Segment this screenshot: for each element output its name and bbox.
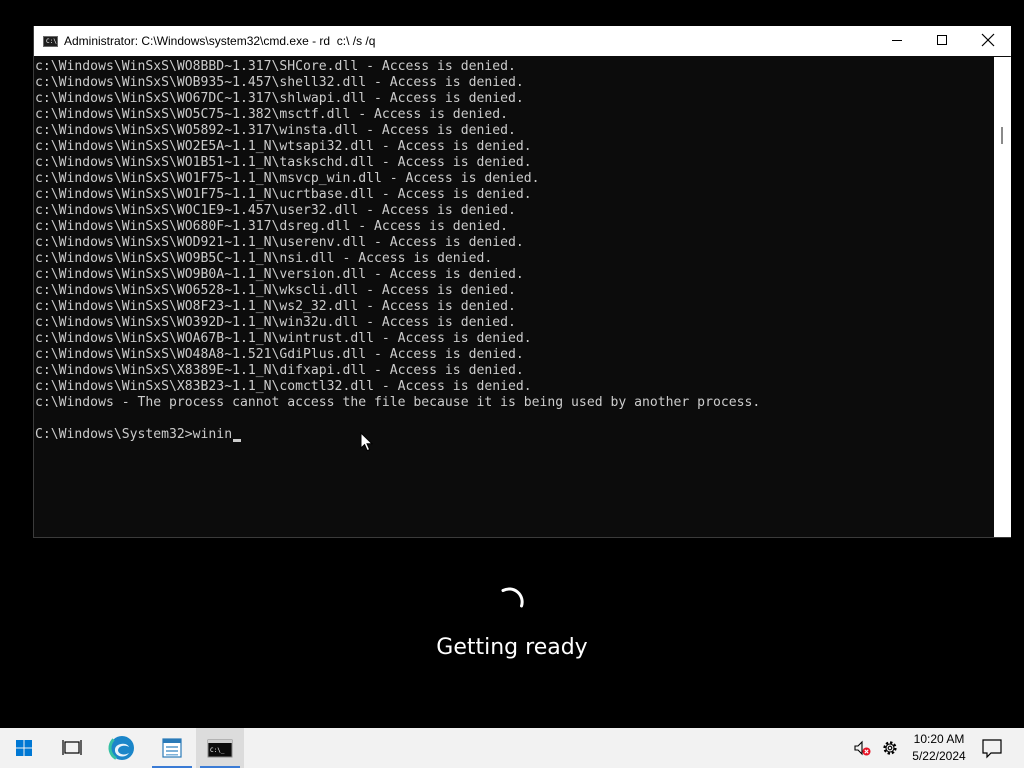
console-line: c:\Windows\WinSxS\WO67DC~1.317\shlwapi.d… — [35, 91, 524, 106]
console-line: c:\Windows\WinSxS\WO8BBD~1.317\SHCore.dl… — [35, 59, 516, 74]
console-line: c:\Windows\WinSxS\WO1F75~1.1_N\msvcp_win… — [35, 171, 540, 186]
console-line: c:\Windows - The process cannot access t… — [35, 395, 761, 410]
console-line: c:\Windows\WinSxS\X8389E~1.1_N\difxapi.d… — [35, 363, 524, 378]
status-message: Getting ready — [436, 635, 588, 660]
window-title: Administrator: C:\Windows\system32\cmd.e… — [64, 34, 376, 48]
console-line: c:\Windows\WinSxS\WO5892~1.317\winsta.dl… — [35, 123, 516, 138]
console-line: c:\Windows\WinSxS\WOC1E9~1.457\user32.dl… — [35, 203, 516, 218]
edge-icon — [108, 734, 136, 762]
minimize-icon — [892, 40, 902, 41]
vertical-scrollbar[interactable] — [994, 57, 1011, 537]
close-icon — [981, 33, 995, 47]
console-line: c:\Windows\WinSxS\WO5C75~1.382\msctf.dll… — [35, 107, 508, 122]
gear-icon[interactable] — [880, 738, 900, 758]
maximize-icon — [937, 35, 947, 45]
cmd-taskbar-button[interactable]: C:\_ — [196, 728, 244, 768]
minimize-button[interactable] — [874, 26, 920, 56]
console-line: c:\Windows\WinSxS\WOB935~1.457\shell32.d… — [35, 75, 524, 90]
spinner-icon — [501, 587, 524, 608]
title-bar[interactable]: C:\ Administrator: C:\Windows\system32\c… — [34, 26, 1011, 56]
console-line: c:\Windows\WinSxS\WO8F23~1.1_N\ws2_32.dl… — [35, 299, 516, 314]
mouse-pointer-icon — [360, 432, 374, 452]
start-icon — [16, 740, 32, 756]
taskbar: C:\_ 10:20 AM 5/22/2024 — [0, 728, 1024, 768]
task-view-icon — [62, 740, 82, 755]
console-line: c:\Windows\WinSxS\WO680F~1.317\dsreg.dll… — [35, 219, 508, 234]
cmd-app-icon: C:\ — [43, 36, 58, 47]
cmd-icon: C:\_ — [207, 739, 233, 758]
cmd-window[interactable]: C:\ Administrator: C:\Windows\system32\c… — [33, 26, 1011, 538]
console-line: c:\Windows\WinSxS\WO392D~1.1_N\win32u.dl… — [35, 315, 516, 330]
console-line: c:\Windows\WinSxS\WO9B0A~1.1_N\version.d… — [35, 267, 524, 282]
notification-icon — [982, 739, 1002, 759]
console-line: c:\Windows\WinSxS\WO9B5C~1.1_N\nsi.dll -… — [35, 251, 493, 266]
console-line: c:\Windows\WinSxS\WO1B51~1.1_N\taskschd.… — [35, 155, 532, 170]
console-line: c:\Windows\WinSxS\WO2E5A~1.1_N\wtsapi32.… — [35, 139, 532, 154]
text-cursor — [233, 439, 242, 442]
console-line: c:\Windows\WinSxS\WOA67B~1.1_N\wintrust.… — [35, 331, 532, 346]
close-button[interactable] — [965, 26, 1011, 56]
console-line: c:\Windows\WinSxS\WO48A8~1.521\GdiPlus.d… — [35, 347, 524, 362]
console-line: C:\Windows\System32>winin — [35, 427, 233, 442]
edge-button[interactable] — [98, 728, 146, 768]
volume-muted-icon[interactable] — [852, 738, 872, 758]
file-explorer-button[interactable] — [148, 728, 196, 768]
scrollbar-thumb[interactable] — [1001, 127, 1003, 144]
task-view-button[interactable] — [48, 728, 96, 768]
clock-time: 10:20 AM — [913, 732, 965, 746]
start-button[interactable] — [0, 728, 48, 768]
svg-text:C:\_: C:\_ — [210, 747, 225, 754]
console-line: c:\Windows\WinSxS\WOD921~1.1_N\userenv.d… — [35, 235, 524, 250]
notification-button[interactable] — [972, 728, 1012, 768]
console-output[interactable]: c:\Windows\WinSxS\WO8BBD~1.317\SHCore.dl… — [34, 57, 994, 537]
maximize-button[interactable] — [919, 26, 965, 56]
console-line: c:\Windows\WinSxS\WO1F75~1.1_N\ucrtbase.… — [35, 187, 532, 202]
desktop: C:\ Administrator: C:\Windows\system32\c… — [0, 0, 1024, 768]
file-explorer-icon — [162, 738, 182, 758]
console-line: c:\Windows\WinSxS\WO6528~1.1_N\wkscli.dl… — [35, 283, 516, 298]
clock-date: 5/22/2024 — [912, 749, 966, 763]
system-clock[interactable]: 10:20 AM 5/22/2024 — [906, 731, 972, 765]
console-line: c:\Windows\WinSxS\X83B23~1.1_N\comctl32.… — [35, 379, 532, 394]
